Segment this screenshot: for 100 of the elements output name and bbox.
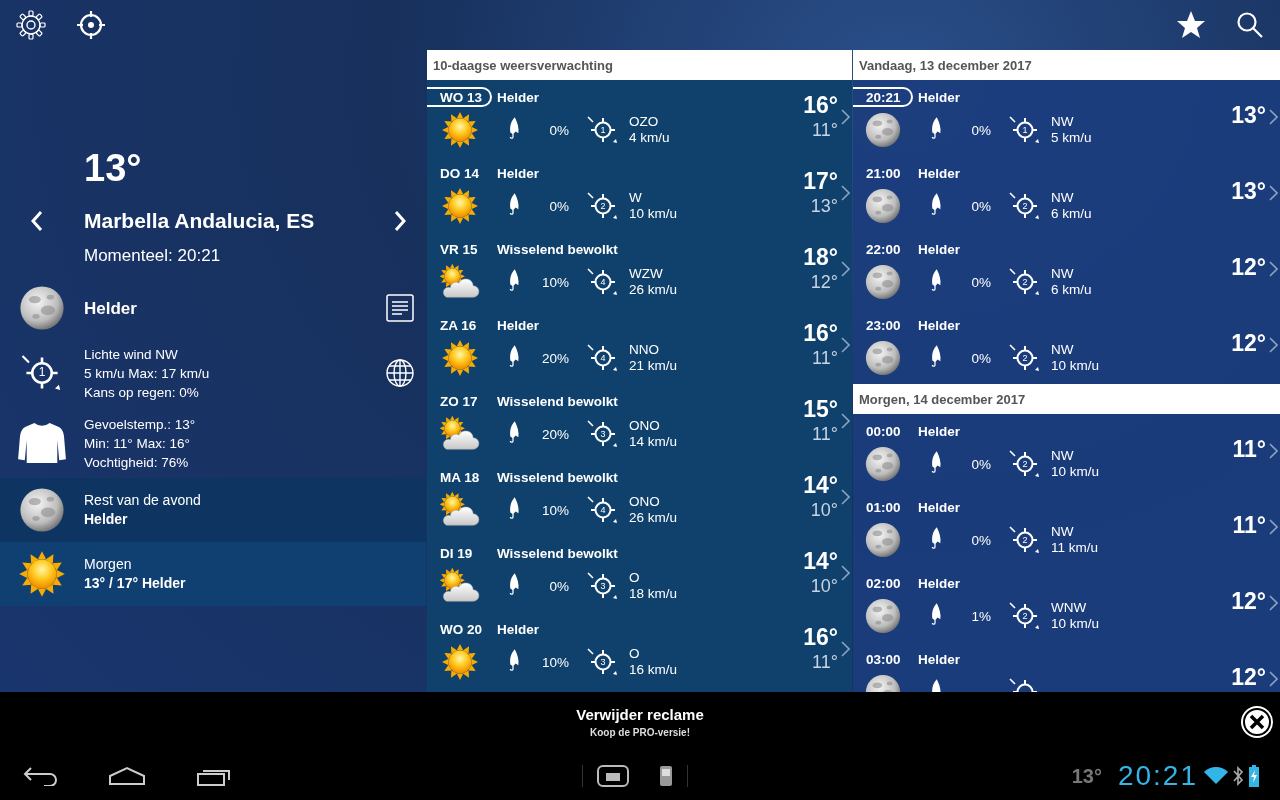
sun-behind-cloud-icon <box>438 491 481 529</box>
wind-force-number: 3 <box>599 428 607 440</box>
ad-subtitle[interactable]: Koop de PRO-versie! <box>590 727 690 738</box>
detail-text: Vochtigheid: 76% <box>84 453 190 472</box>
wind-force-number: 3 <box>599 656 607 668</box>
precipitation-text: 0% <box>970 122 991 138</box>
wind-speed-text: 4 km/u <box>629 130 670 146</box>
star-icon[interactable] <box>1176 10 1206 40</box>
wind-direction-text: NW <box>1051 114 1075 130</box>
settings-icon[interactable] <box>16 10 46 40</box>
summary-title: Morgen <box>84 555 133 574</box>
wind-force-number: 2 <box>1021 458 1029 470</box>
high-temperature: 12° <box>1231 254 1266 282</box>
chevron-right-icon <box>840 185 850 201</box>
low-temperature: 11° <box>812 424 838 446</box>
detail-text: Lichte wind NW <box>84 345 179 364</box>
wind-speed-text: 14 km/u <box>629 434 678 450</box>
wind-force-number: 1 <box>37 365 47 379</box>
chevron-right-icon <box>840 413 850 429</box>
chevron-right-icon <box>1268 185 1278 201</box>
wind-force-number: 4 <box>599 352 607 364</box>
ad-title[interactable]: Verwijder reclame <box>576 706 704 723</box>
wind-speed-text: 6 km/u <box>1051 206 1092 222</box>
globe-icon[interactable] <box>385 358 415 388</box>
precipitation-text: 0% <box>970 198 991 214</box>
time-label: ZO 17 <box>439 392 479 411</box>
wind-direction-text: WNW <box>1051 600 1088 616</box>
high-temperature: 16° <box>803 320 838 348</box>
moon-icon <box>864 521 902 559</box>
summary-text: 13° / 17° Helder <box>84 574 187 593</box>
high-temperature: 13° <box>1231 102 1266 130</box>
time-label: 22:00 <box>865 240 902 259</box>
wind-speed-text: 10 km/u <box>1051 464 1100 480</box>
condition-text: Helder <box>497 621 540 637</box>
device-icon[interactable] <box>659 765 673 787</box>
wind-speed-text: 18 km/u <box>629 586 678 602</box>
home-icon[interactable] <box>108 766 146 786</box>
condition-text: Helder <box>918 317 961 333</box>
high-temperature: 15° <box>803 396 838 424</box>
wind-direction-text: NW <box>1051 190 1075 206</box>
wind-force-number: 1 <box>599 124 607 136</box>
location-name: Marbella Andalucia, ES <box>83 209 316 233</box>
close-icon[interactable] <box>1240 705 1274 739</box>
sun-behind-cloud-icon <box>438 415 481 453</box>
time-label: 03:00 <box>865 650 902 669</box>
wifi-icon <box>1204 767 1228 785</box>
condition-text: Helder <box>918 499 961 515</box>
condition-text: Helder <box>918 89 961 105</box>
time-label: VR 15 <box>439 240 479 259</box>
precipitation-text: 0% <box>548 198 569 214</box>
precipitation-text: 0% <box>970 532 991 548</box>
sun-icon <box>440 339 479 377</box>
wind-direction-text: NW <box>1051 524 1075 540</box>
chevron-right-icon <box>1268 671 1278 687</box>
wind-speed-text: 21 km/u <box>629 358 678 374</box>
search-icon[interactable] <box>1236 11 1264 39</box>
wind-speed-text: 5 km/u <box>1051 130 1092 146</box>
time-label: 21:00 <box>865 164 902 183</box>
battery-icon <box>1248 765 1260 787</box>
precipitation-text: 0% <box>970 456 991 472</box>
high-temperature: 12° <box>1231 664 1266 692</box>
time-label: 00:00 <box>865 422 902 441</box>
moon-icon <box>864 339 902 377</box>
wind-direction-text: O <box>629 646 641 662</box>
wind-direction-text: OZO <box>629 114 660 130</box>
wind-direction-text: W <box>629 190 643 206</box>
screen-icon[interactable] <box>597 765 629 787</box>
high-temperature: 14° <box>803 472 838 500</box>
detail-text: Kans op regen: 0% <box>84 383 200 402</box>
back-icon[interactable] <box>22 766 58 786</box>
high-temperature: 17° <box>803 168 838 196</box>
condition-text: Helder <box>84 298 138 318</box>
chevron-right-icon <box>840 565 850 581</box>
status-clock: 20:21 <box>1117 760 1198 792</box>
condition-text: Helder <box>497 165 540 181</box>
precipitation-text: 0% <box>970 274 991 290</box>
wind-force-number: 2 <box>1021 352 1029 364</box>
high-temperature: 12° <box>1231 588 1266 616</box>
location-target-icon[interactable] <box>76 10 106 40</box>
moon-icon <box>864 263 902 301</box>
wind-force-number: 3 <box>599 580 607 592</box>
wind-speed-text: 10 km/u <box>629 206 678 222</box>
chevron-right-icon <box>1268 443 1278 459</box>
moon-icon <box>18 284 66 332</box>
chevron-right-icon <box>1268 261 1278 277</box>
time-label: MA 18 <box>439 468 481 487</box>
high-temperature: 18° <box>803 244 838 272</box>
chevron-right-icon <box>840 109 850 125</box>
time-label: DO 14 <box>439 164 481 183</box>
time-label: 20:21 <box>853 87 913 107</box>
current-temperature: 13° <box>83 147 143 190</box>
summary-title: Rest van de avond <box>84 491 202 510</box>
high-temperature: 11° <box>1232 512 1266 540</box>
high-temperature: 13° <box>1231 178 1266 206</box>
condition-text: Helder <box>918 165 961 181</box>
list-icon[interactable] <box>386 294 414 322</box>
condition-text: Helder <box>497 89 540 105</box>
time-label: DI 19 <box>439 544 474 563</box>
condition-text: Helder <box>918 241 961 257</box>
bluetooth-icon <box>1232 766 1244 786</box>
